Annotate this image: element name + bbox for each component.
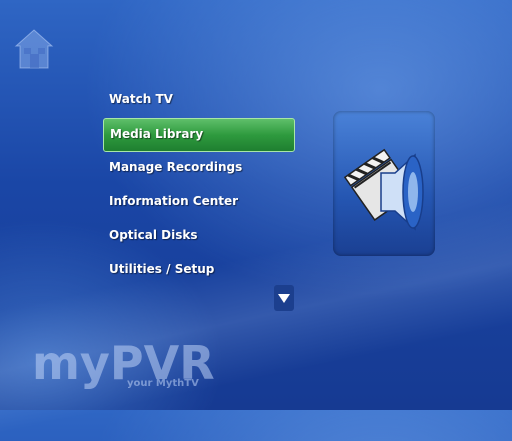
main-menu: Watch TV Media Library Manage Recordings… [103,84,295,288]
home-icon[interactable] [14,28,54,72]
menu-item-watch-tv[interactable]: Watch TV [103,84,295,118]
scroll-down-button[interactable] [274,285,294,311]
menu-item-information-center[interactable]: Information Center [103,186,295,220]
arrow-down-icon [278,294,290,303]
menu-item-media-library[interactable]: Media Library [103,118,295,152]
logo-tagline: your MythTV [127,378,199,389]
preview-panel [333,111,435,256]
menu-item-manage-recordings[interactable]: Manage Recordings [103,152,295,186]
menu-item-utilities-setup[interactable]: Utilities / Setup [103,254,295,288]
menu-item-optical-disks[interactable]: Optical Disks [103,220,295,254]
media-library-icon [343,148,424,231]
